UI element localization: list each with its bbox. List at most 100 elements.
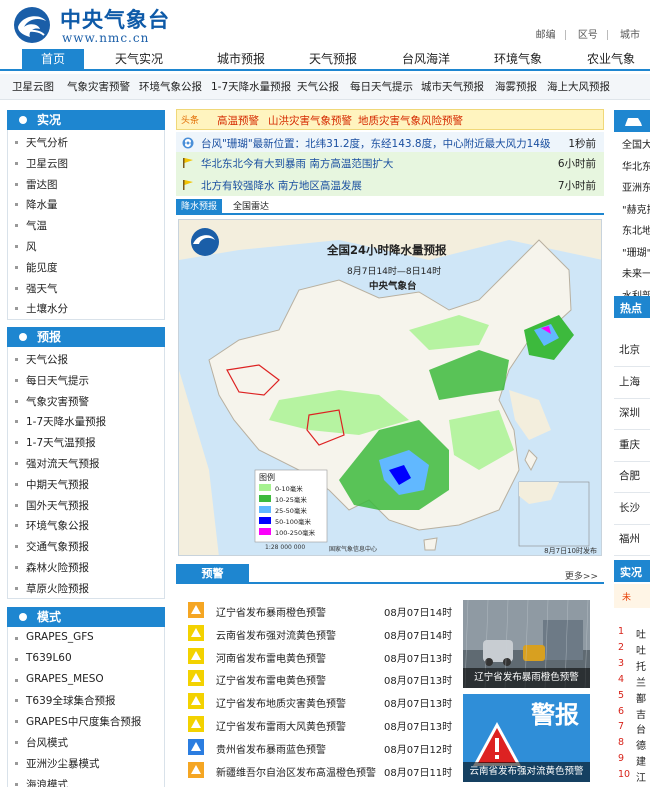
warning-photo-1[interactable]: 辽宁省发布暴雨橙色预警: [463, 600, 590, 688]
right-news-item[interactable]: 东北地: [622, 222, 650, 237]
news-title[interactable]: 华北东北今有大到暴雨 南方高温范围扩大: [201, 156, 393, 171]
sidebar-item[interactable]: 台风模式: [26, 735, 68, 750]
sidebar-item[interactable]: 强天气: [26, 281, 58, 296]
live-ranking-header[interactable]: 实况: [614, 560, 650, 582]
news-item[interactable]: 北方有较强降水 南方地区高温发展 7小时前: [176, 174, 604, 196]
subnav-sea-wind[interactable]: 海上大风预报: [547, 74, 610, 100]
nav-weather-forecast[interactable]: 天气预报: [300, 49, 366, 69]
tab-precip-forecast[interactable]: 降水预报: [176, 199, 223, 215]
headline-high-temp[interactable]: 高温预警: [217, 113, 259, 128]
nav-home[interactable]: 首页: [22, 49, 84, 69]
nav-live-weather[interactable]: 天气实况: [106, 49, 172, 69]
subnav-precip-forecast[interactable]: 1-7天降水量预报: [211, 74, 291, 100]
photo-caption[interactable]: 云南省发布强对流黄色预警: [463, 762, 590, 782]
sidebar-item[interactable]: 海浪模式: [26, 777, 68, 787]
photo-caption[interactable]: 辽宁省发布暴雨橙色预警: [463, 668, 590, 688]
warning-title[interactable]: 贵州省发布暴雨蓝色预警: [216, 741, 326, 756]
hot-city-item[interactable]: 长沙: [619, 500, 640, 515]
warning-title[interactable]: 辽宁省发布雷电黄色预警: [216, 672, 326, 687]
right-news-item[interactable]: "珊瑚": [622, 244, 650, 259]
sidebar-item[interactable]: 能见度: [26, 260, 58, 275]
subnav-disaster-warning[interactable]: 气象灾害预警: [67, 74, 130, 100]
sidebar-item[interactable]: 气温: [26, 218, 47, 233]
sidebar-item[interactable]: 交通气象预报: [26, 539, 89, 554]
subnav-satellite[interactable]: 卫星云图: [12, 74, 54, 100]
sidebar-item[interactable]: 国外天气预报: [26, 498, 89, 513]
sidebar-item[interactable]: 强对流天气预报: [26, 456, 100, 471]
warning-title[interactable]: 辽宁省发布地质灾害黄色预警: [216, 695, 346, 710]
news-item[interactable]: 台风"珊瑚"最新位置：北纬31.2度，东经143.8度，中心附近最大风力14级 …: [176, 132, 604, 154]
right-news-header[interactable]: [614, 110, 650, 132]
news-item[interactable]: 华北东北今有大到暴雨 南方高温范围扩大 6小时前: [176, 152, 604, 174]
subnav-daily-tips[interactable]: 每日天气提示: [350, 74, 413, 100]
sidebar-forecast-header[interactable]: 预报: [7, 327, 165, 347]
right-news-item[interactable]: 亚洲东: [622, 179, 650, 194]
warning-title[interactable]: 辽宁省发布暴雨橙色预警: [216, 604, 326, 619]
sidebar-item[interactable]: 1-7天气温预报: [26, 435, 96, 450]
sidebar-item[interactable]: 气象灾害预警: [26, 394, 89, 409]
ranking-station[interactable]: 托: [636, 658, 646, 673]
top-link-city[interactable]: 城市: [620, 30, 640, 41]
sidebar-item[interactable]: GRAPES_MESO: [26, 673, 104, 685]
warnings-more-link[interactable]: 更多>>: [565, 569, 598, 582]
warning-row[interactable]: 贵州省发布暴雨蓝色预警 08月07日12时: [188, 737, 458, 759]
sidebar-item[interactable]: 降水量: [26, 197, 58, 212]
sidebar-item[interactable]: 中期天气预报: [26, 477, 89, 492]
top-link-areacode[interactable]: 区号: [578, 30, 598, 41]
sidebar-item[interactable]: T639全球集合预报: [26, 693, 115, 708]
sidebar-live-header[interactable]: 实况: [7, 110, 165, 130]
site-logo-url[interactable]: www.nmc.cn: [62, 31, 149, 45]
hot-city-item[interactable]: 上海: [619, 374, 640, 389]
sidebar-item[interactable]: 天气分析: [26, 135, 68, 150]
hot-city-item[interactable]: 北京: [619, 342, 640, 357]
hot-city-item[interactable]: 合肥: [619, 468, 640, 483]
news-title[interactable]: 台风"珊瑚"最新位置：北纬31.2度，东经143.8度，中心附近最大风力14级: [201, 136, 550, 151]
nav-city-forecast[interactable]: 城市预报: [208, 49, 274, 69]
sidebar-item[interactable]: GRAPES_GFS: [26, 631, 94, 643]
ranking-station[interactable]: 吉: [636, 706, 646, 721]
warning-row[interactable]: 辽宁省发布雷雨大风黄色预警 08月07日13时: [188, 714, 458, 736]
sidebar-item[interactable]: T639L60: [26, 652, 72, 664]
subnav-env-bulletin[interactable]: 环境气象公报: [139, 74, 202, 100]
sidebar-item[interactable]: GRAPES中尺度集合预报: [26, 714, 141, 729]
ranking-station[interactable]: 德: [636, 737, 646, 752]
ranking-station[interactable]: 江: [636, 769, 646, 784]
ranking-station[interactable]: 建: [636, 753, 646, 768]
hot-cities-header[interactable]: 热点: [614, 296, 650, 318]
right-news-item[interactable]: 全国大: [622, 136, 650, 151]
sidebar-item[interactable]: 森林火险预报: [26, 560, 89, 575]
warnings-label[interactable]: 预警: [176, 564, 249, 584]
news-title[interactable]: 北方有较强降水 南方地区高温发展: [201, 178, 362, 193]
warning-title[interactable]: 河南省发布雷电黄色预警: [216, 650, 326, 665]
right-news-item[interactable]: 未来一: [622, 265, 650, 280]
ranking-station[interactable]: 兰: [636, 674, 646, 689]
ranking-station[interactable]: 台: [636, 721, 646, 736]
sidebar-item[interactable]: 卫星云图: [26, 156, 68, 171]
ranking-station[interactable]: 鄯: [636, 690, 646, 705]
warning-row[interactable]: 辽宁省发布雷电黄色预警 08月07日13时: [188, 668, 458, 690]
headline-flash-flood[interactable]: 山洪灾害气象预警: [268, 113, 352, 128]
ranking-station[interactable]: 吐: [636, 642, 646, 657]
warning-row[interactable]: 辽宁省发布地质灾害黄色预警 08月07日13时: [188, 691, 458, 713]
subnav-city-forecast[interactable]: 城市天气预报: [421, 74, 484, 100]
sidebar-model-header[interactable]: 模式: [7, 607, 165, 627]
top-link-postcode[interactable]: 邮编: [536, 30, 556, 41]
sidebar-item[interactable]: 草原火险预报: [26, 581, 89, 596]
warning-row[interactable]: 河南省发布雷电黄色预警 08月07日13时: [188, 646, 458, 668]
sidebar-item[interactable]: 1-7天降水量预报: [26, 414, 106, 429]
sidebar-item[interactable]: 天气公报: [26, 352, 68, 367]
cma-logo-icon[interactable]: [10, 5, 54, 45]
sidebar-item[interactable]: 每日天气提示: [26, 373, 89, 388]
warning-title[interactable]: 辽宁省发布雷雨大风黄色预警: [216, 718, 346, 733]
warning-photo-2[interactable]: 警报 云南省发布强对流黄色预警: [463, 694, 590, 782]
warning-title[interactable]: 新疆维吾尔自治区发布高温橙色预警: [216, 764, 376, 779]
warning-row[interactable]: 新疆维吾尔自治区发布高温橙色预警 08月07日11时: [188, 760, 458, 782]
ranking-station[interactable]: 吐: [636, 626, 646, 641]
warning-row[interactable]: 辽宁省发布暴雨橙色预警 08月07日14时: [188, 600, 458, 622]
nav-environment[interactable]: 环境气象: [485, 49, 551, 69]
headline-geo-hazard[interactable]: 地质灾害气象风险预警: [358, 113, 463, 128]
subnav-fog[interactable]: 海雾预报: [495, 74, 537, 100]
hot-city-item[interactable]: 深圳: [619, 405, 640, 420]
nav-agriculture[interactable]: 农业气象: [578, 49, 644, 69]
tab-national-radar[interactable]: 全国雷达: [228, 199, 274, 215]
